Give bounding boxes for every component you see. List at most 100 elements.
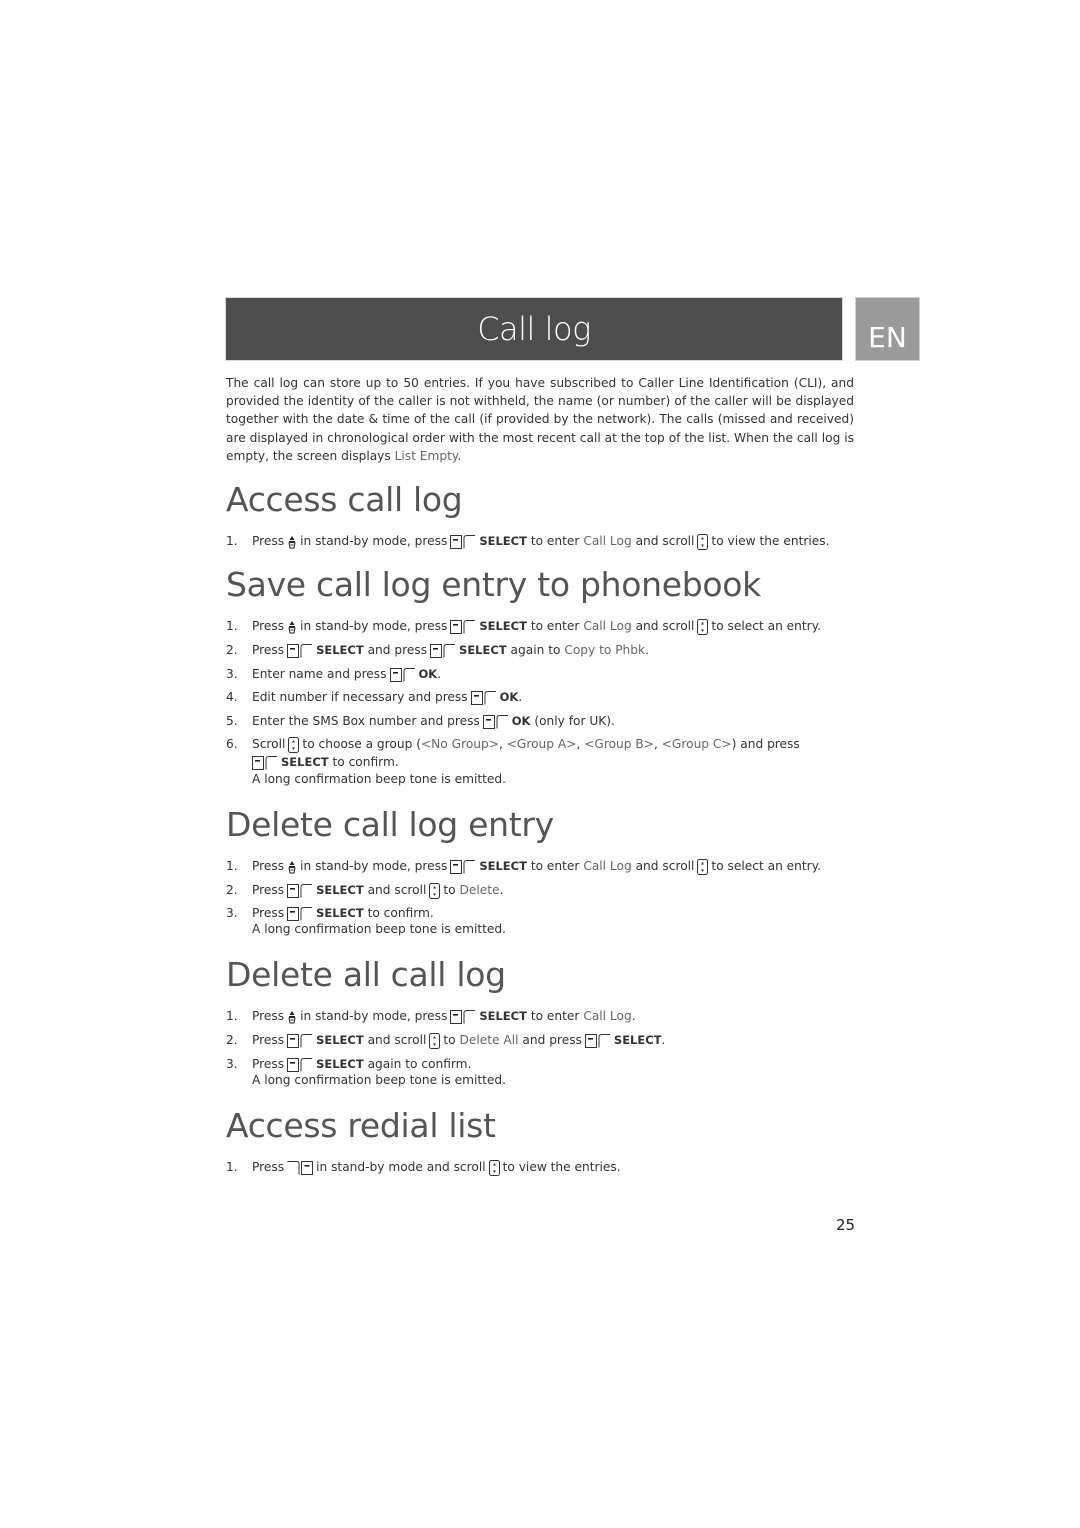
step-text: again to — [510, 643, 561, 657]
step-text: . — [661, 1033, 666, 1047]
left-softkey-icon — [287, 1057, 313, 1072]
step-item: 1. Press in stand-by mode, press SELECT to… — [226, 857, 854, 875]
step-text: Enter the SMS Box number and press — [252, 714, 480, 728]
step-number: 2. — [226, 1033, 238, 1047]
menu-text-list-empty: List Empty — [394, 448, 458, 463]
step-text: to enter — [530, 619, 580, 633]
step-text: to enter — [530, 1009, 580, 1023]
step-text: Press — [252, 1057, 285, 1071]
step-item: 2. Press SELECT and scroll to Delete All a… — [226, 1031, 854, 1049]
left-softkey-icon — [450, 619, 476, 634]
step-text: to enter — [530, 534, 580, 548]
step-item: 2. Press SELECT and scroll to Delete. — [226, 881, 854, 899]
key-label: SELECT — [479, 619, 527, 633]
step-text: Press — [252, 643, 285, 657]
page-title: Call log — [477, 310, 591, 348]
step-text: to select an entry. — [711, 619, 822, 633]
menu-text: Delete All — [459, 1033, 519, 1047]
step-item: 1. Press in stand-by mode and scroll to vi… — [226, 1158, 854, 1176]
step-number: 4. — [226, 690, 238, 704]
key-label: OK — [511, 714, 531, 728]
scroll-key-icon — [488, 1159, 500, 1176]
step-text: and scroll — [367, 883, 427, 897]
left-softkey-icon — [482, 714, 509, 729]
step-text: and scroll — [635, 534, 695, 548]
step-text: ) and press — [731, 737, 800, 751]
step-text: Press — [252, 1009, 285, 1023]
step-number: 1. — [226, 859, 238, 873]
page-title-bar: Call log — [225, 297, 843, 361]
step-number: 3. — [226, 906, 238, 920]
section-title-delete-all: Delete all call log — [226, 955, 506, 994]
left-softkey-icon — [287, 643, 313, 658]
step-text: to enter — [530, 859, 580, 873]
section-title-access-call-log: Access call log — [226, 480, 463, 519]
step-text: and press — [367, 643, 428, 657]
left-softkey-icon — [287, 1033, 313, 1048]
key-label: SELECT — [316, 1057, 364, 1071]
left-softkey-icon — [450, 1009, 476, 1024]
step-number: 2. — [226, 643, 238, 657]
menu-text: <Group C> — [661, 737, 732, 751]
confirmation-note: A long confirmation beep tone is emitted… — [252, 1073, 507, 1087]
step-number: 1. — [226, 619, 238, 633]
menu-text: Copy to Phbk — [564, 643, 646, 657]
step-item: 4. Edit number if necessary and press OK. — [226, 688, 854, 706]
step-number: 5. — [226, 714, 238, 728]
scroll-key-icon — [697, 618, 709, 635]
confirmation-note: A long confirmation beep tone is emitted… — [252, 772, 507, 786]
call-log-key-icon — [288, 620, 296, 633]
right-softkey-icon — [287, 1160, 314, 1175]
intro-paragraph: The call log can store up to 50 entries.… — [226, 374, 854, 465]
menu-text: Delete — [459, 883, 500, 897]
step-text: Press — [252, 883, 285, 897]
step-number: 1. — [226, 1160, 238, 1174]
step-text: . — [437, 667, 442, 681]
step-text: , — [498, 737, 507, 751]
step-text: to select an entry. — [711, 859, 822, 873]
key-label: SELECT — [479, 534, 527, 548]
scroll-key-icon — [429, 1032, 441, 1049]
step-text: to confirm. — [367, 906, 434, 920]
step-text: to view the entries. — [502, 1160, 621, 1174]
scroll-key-icon — [697, 858, 709, 875]
left-softkey-icon — [252, 755, 278, 770]
step-text: in stand-by mode, press — [300, 619, 448, 633]
left-softkey-icon — [389, 667, 416, 682]
left-softkey-icon — [450, 534, 476, 549]
left-softkey-icon — [430, 643, 456, 658]
step-text: and scroll — [635, 859, 695, 873]
call-log-key-icon — [288, 1010, 296, 1023]
step-item: 5. Enter the SMS Box number and press OK … — [226, 712, 854, 730]
step-text: Press — [252, 1160, 285, 1174]
step-number: 6. — [226, 737, 238, 751]
left-softkey-icon — [287, 906, 313, 921]
step-text: (only for UK). — [534, 714, 615, 728]
step-number: 1. — [226, 534, 238, 548]
menu-text: <Group A> — [506, 737, 577, 751]
key-label: SELECT — [459, 643, 507, 657]
step-text: again to confirm. — [367, 1057, 472, 1071]
step-text: in stand-by mode, press — [300, 859, 448, 873]
intro-text: The call log can store up to 50 entries.… — [226, 376, 854, 463]
step-number: 1. — [226, 1009, 238, 1023]
step-item: 1. Press in stand-by mode, press SELECT to… — [226, 532, 854, 550]
key-label: SELECT — [316, 883, 364, 897]
left-softkey-icon — [584, 1033, 611, 1048]
menu-text: <No Group> — [420, 737, 499, 751]
step-text: Press — [252, 619, 285, 633]
menu-text: Call Log — [583, 619, 632, 633]
step-number: 3. — [226, 1057, 238, 1071]
scroll-key-icon — [429, 882, 441, 899]
page-number: 25 — [836, 1216, 856, 1234]
step-number: 2. — [226, 883, 238, 897]
step-text: in stand-by mode, press — [300, 534, 448, 548]
step-text: to — [443, 883, 456, 897]
step-text: Press — [252, 906, 285, 920]
menu-text: <Group B> — [584, 737, 654, 751]
key-label: SELECT — [281, 755, 329, 769]
left-softkey-icon — [470, 690, 497, 705]
key-label: SELECT — [479, 859, 527, 873]
step-text: and scroll — [635, 619, 695, 633]
section-title-redial: Access redial list — [226, 1106, 496, 1145]
